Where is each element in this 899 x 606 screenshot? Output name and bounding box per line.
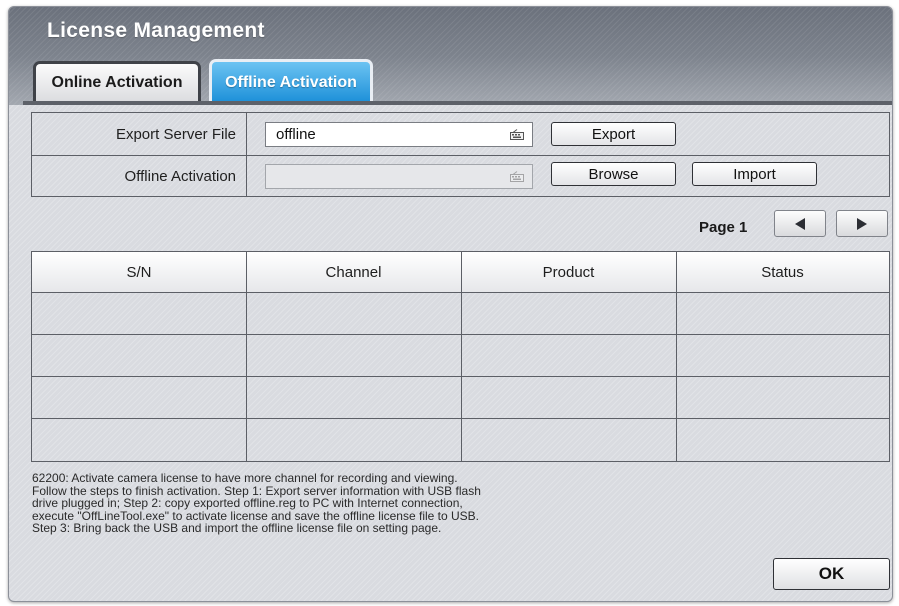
tab-divider (23, 101, 892, 105)
column-header-channel[interactable]: Channel (246, 252, 461, 292)
offline-activation-label: Offline Activation (32, 155, 247, 197)
window-title: License Management (47, 19, 265, 42)
export-button[interactable]: Export (551, 122, 676, 146)
export-server-file-row: Export Server File offline Export (32, 113, 889, 156)
title-bar: License Management Online Activation Off… (9, 7, 892, 105)
keyboard-icon (510, 171, 524, 182)
activation-form: Export Server File offline Export Offlin… (31, 112, 890, 197)
export-file-name-input[interactable]: offline (265, 122, 533, 147)
column-header-product[interactable]: Product (461, 252, 676, 292)
triangle-left-icon (795, 217, 805, 230)
license-table: S/N Channel Product Status (31, 251, 890, 462)
page-indicator: Page 1 (699, 219, 748, 236)
tab-online-activation-label: Online Activation (51, 73, 183, 91)
export-server-file-label: Export Server File (32, 113, 247, 155)
previous-page-button[interactable] (774, 210, 826, 237)
column-header-status[interactable]: Status (676, 252, 889, 292)
column-header-sn[interactable]: S/N (32, 252, 246, 292)
import-button-label: Import (733, 165, 776, 183)
license-file-path-input[interactable] (265, 164, 533, 189)
browse-button[interactable]: Browse (551, 162, 676, 186)
keyboard-icon[interactable] (510, 129, 524, 140)
column-divider (461, 252, 462, 461)
export-file-name-value: offline (276, 126, 316, 143)
column-divider (676, 252, 677, 461)
offline-activation-row: Offline Activation Browse Import (32, 155, 889, 197)
next-page-button[interactable] (836, 210, 888, 237)
triangle-right-icon (857, 217, 867, 230)
tab-offline-activation-label: Offline Activation (225, 73, 357, 91)
import-button[interactable]: Import (692, 162, 817, 186)
column-divider (246, 252, 247, 461)
tab-offline-activation[interactable]: Offline Activation (209, 59, 373, 103)
license-management-window: License Management Online Activation Off… (8, 6, 893, 602)
ok-button-label: OK (818, 564, 845, 583)
ok-button[interactable]: OK (773, 558, 890, 590)
browse-button-label: Browse (588, 165, 639, 183)
export-button-label: Export (591, 125, 636, 143)
tab-online-activation[interactable]: Online Activation (33, 61, 201, 101)
help-text: 62200: Activate camera license to have m… (32, 471, 481, 536)
